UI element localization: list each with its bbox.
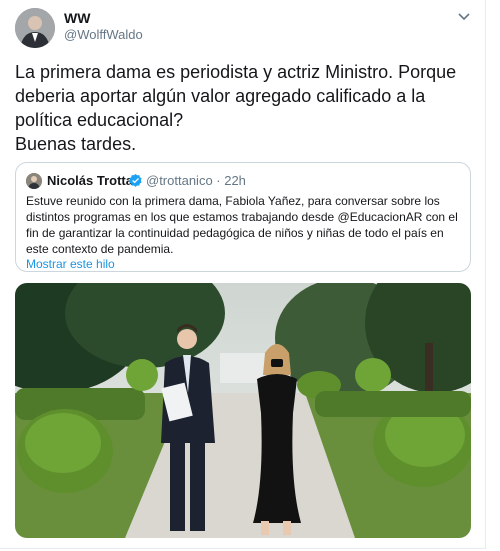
author-avatar[interactable] [15, 8, 55, 48]
show-thread-link[interactable]: Mostrar este hilo [26, 257, 115, 271]
verified-badge-icon [128, 173, 143, 188]
quoted-avatar[interactable] [26, 173, 42, 189]
tweet-photo[interactable] [15, 283, 471, 538]
author-handle[interactable]: @WolffWaldo [64, 27, 143, 42]
quoted-text: Estuve reunido con la primera dama, Fabi… [26, 194, 458, 256]
quoted-handle-time[interactable]: @trottanico · 22h [146, 173, 246, 188]
tweet-text: La primera dama es periodista y actriz M… [15, 60, 477, 156]
chevron-down-icon[interactable] [456, 10, 472, 22]
tweet-text-line: Buenas tardes. [15, 134, 137, 154]
author-name[interactable]: WW [64, 10, 90, 26]
tweet-text-line: La primera dama es periodista y actriz M… [15, 62, 457, 130]
quoted-tweet[interactable]: Nicolás Trotta @trottanico · 22h Estuve … [15, 162, 471, 272]
tweet-card: WW @WolffWaldo La primera dama es period… [0, 0, 486, 549]
quoted-author-name[interactable]: Nicolás Trotta [47, 173, 133, 188]
